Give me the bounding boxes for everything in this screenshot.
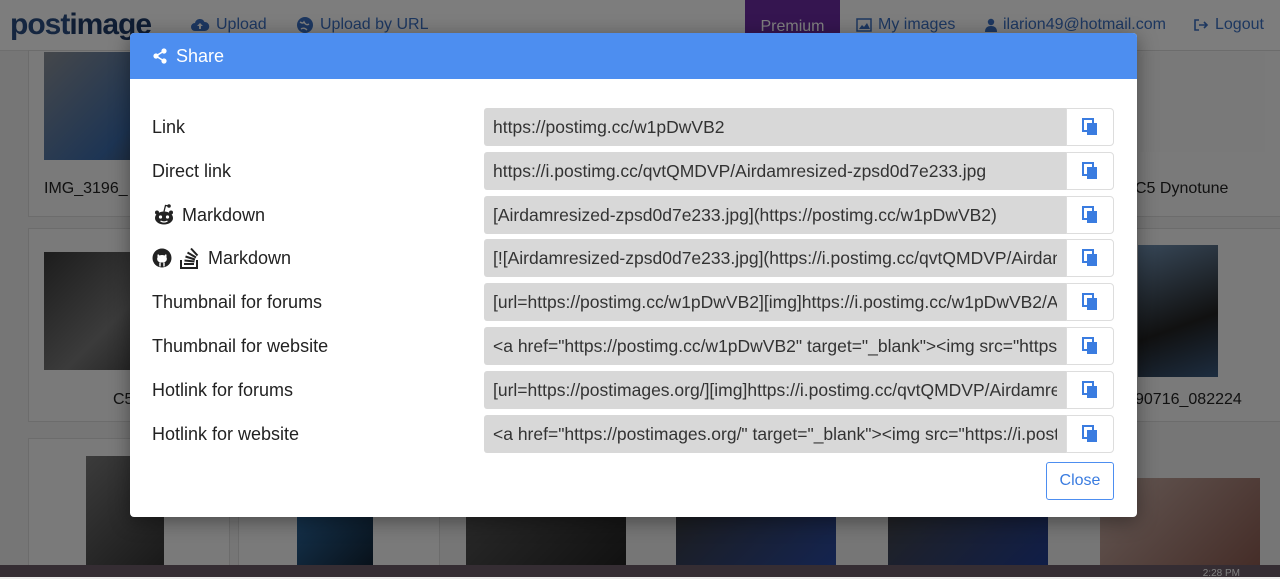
copy-icon bbox=[1082, 424, 1097, 442]
share-icon bbox=[153, 48, 167, 64]
row-label: Thumbnail for website bbox=[152, 327, 328, 365]
copy-icon bbox=[1082, 293, 1097, 311]
row-label-text: Hotlink for forums bbox=[152, 379, 294, 400]
copy-button[interactable] bbox=[1066, 151, 1114, 190]
share-row-link: Link bbox=[152, 108, 1114, 146]
row-label-text: Thumbnail for forums bbox=[152, 292, 323, 313]
hotlink-website-input[interactable] bbox=[484, 414, 1066, 453]
copy-icon bbox=[1082, 205, 1097, 223]
row-label-text: Hotlink for website bbox=[152, 423, 300, 444]
row-label-text: Markdown bbox=[182, 204, 266, 225]
modal-header: Share bbox=[130, 33, 1137, 79]
markdown-reddit-input[interactable] bbox=[484, 195, 1066, 234]
copy-button[interactable] bbox=[1066, 414, 1114, 453]
row-label-text: Markdown bbox=[208, 248, 292, 269]
share-rows: Link Direct link bbox=[152, 108, 1114, 458]
copy-icon bbox=[1082, 336, 1097, 354]
direct-link-input[interactable] bbox=[484, 151, 1066, 190]
row-label: Thumbnail for forums bbox=[152, 283, 322, 321]
copy-button[interactable] bbox=[1066, 239, 1114, 278]
copy-icon bbox=[1082, 249, 1097, 267]
row-label: Link bbox=[152, 108, 185, 146]
row-label: Markdown bbox=[152, 196, 265, 234]
close-button[interactable]: Close bbox=[1046, 462, 1114, 500]
copy-button[interactable] bbox=[1066, 326, 1114, 365]
copy-icon bbox=[1082, 118, 1097, 135]
share-row-markdown-reddit: Markdown bbox=[152, 195, 1114, 234]
copy-button[interactable] bbox=[1066, 283, 1114, 322]
share-row-markdown-github: Markdown bbox=[152, 239, 1114, 278]
row-label-text: Thumbnail for website bbox=[152, 335, 329, 356]
row-label: Markdown bbox=[152, 239, 291, 277]
reddit-icon bbox=[155, 203, 173, 225]
copy-button[interactable] bbox=[1066, 370, 1114, 409]
row-label-text: Link bbox=[152, 117, 186, 137]
row-label-text: Direct link bbox=[152, 160, 232, 181]
thumbnail-forums-input[interactable] bbox=[484, 283, 1066, 322]
link-input[interactable] bbox=[484, 108, 1066, 146]
copy-icon bbox=[1082, 161, 1097, 179]
copy-button[interactable] bbox=[1066, 108, 1114, 146]
row-label: Hotlink for website bbox=[152, 415, 299, 453]
row-label: Hotlink for forums bbox=[152, 371, 293, 409]
share-row-thumbnail-website: Thumbnail for website bbox=[152, 326, 1114, 365]
share-row-direct-link: Direct link bbox=[152, 151, 1114, 190]
copy-icon bbox=[1082, 380, 1097, 398]
copy-button[interactable] bbox=[1066, 195, 1114, 234]
share-modal: Share Link Direct link bbox=[130, 33, 1137, 517]
hotlink-forums-input[interactable] bbox=[484, 370, 1066, 409]
markdown-github-input[interactable] bbox=[484, 239, 1066, 278]
modal-title: Share bbox=[176, 45, 225, 66]
github-icon bbox=[152, 248, 172, 268]
thumbnail-website-input[interactable] bbox=[484, 326, 1066, 365]
row-label: Direct link bbox=[152, 152, 231, 190]
share-row-hotlink-forums: Hotlink for forums bbox=[152, 370, 1114, 409]
share-row-thumbnail-forums: Thumbnail for forums bbox=[152, 283, 1114, 322]
share-row-hotlink-website: Hotlink for website bbox=[152, 414, 1114, 453]
stackoverflow-icon bbox=[180, 248, 199, 270]
